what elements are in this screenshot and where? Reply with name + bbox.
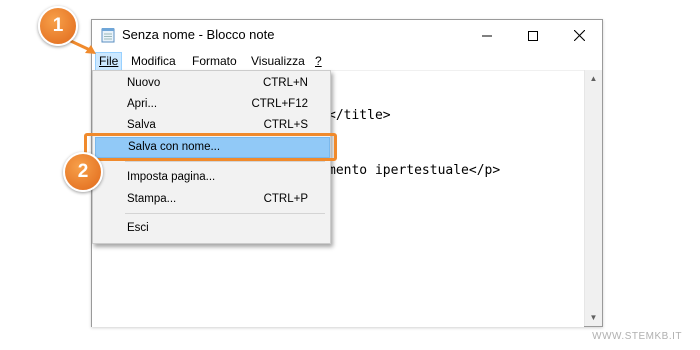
menu-separator: [125, 213, 325, 214]
close-button[interactable]: [556, 20, 602, 51]
menu-item-imposta-pagina[interactable]: Imposta pagina...: [95, 167, 328, 188]
menu-formato-label: Formato: [192, 54, 237, 68]
menu-visualizza[interactable]: Visualizza: [248, 53, 308, 70]
menu-modifica-label: Modifica: [131, 54, 176, 68]
maximize-button[interactable]: [510, 20, 556, 51]
notepad-icon: [101, 27, 115, 43]
watermark: WWW.STEMKB.IT: [592, 331, 682, 342]
menu-item-label: Imposta pagina...: [127, 171, 216, 183]
menu-item-label: Stampa...: [127, 193, 177, 205]
menu-file[interactable]: File: [95, 52, 123, 71]
menu-formato[interactable]: Formato: [189, 53, 240, 70]
scroll-down-icon[interactable]: ▼: [585, 309, 602, 326]
menu-separator: [125, 161, 325, 162]
editor-line: mento ipertestuale</p>: [328, 163, 501, 178]
menu-help-label: ?: [315, 54, 322, 68]
menu-visualizza-label: Visualizza: [251, 54, 305, 68]
close-icon: [573, 30, 585, 41]
menu-file-label: File: [99, 54, 119, 68]
step1-badge: 1: [38, 6, 78, 46]
maximize-icon: [528, 30, 538, 41]
window-title: Senza nome - Blocco note: [122, 27, 275, 42]
menu-help[interactable]: ?: [312, 53, 325, 70]
minimize-icon: [482, 35, 492, 36]
menu-modifica[interactable]: Modifica: [128, 53, 179, 70]
minimize-button[interactable]: [464, 20, 510, 51]
menu-item-stampa[interactable]: Stampa... CTRL+P: [95, 189, 328, 210]
step2-badge: 2: [63, 152, 103, 192]
menu-item-label: Esci: [127, 222, 149, 234]
menu-item-shortcut: CTRL+F12: [251, 98, 308, 110]
menu-item-nuovo[interactable]: Nuovo CTRL+N: [95, 73, 328, 94]
vertical-scrollbar[interactable]: ▲ ▼: [584, 70, 602, 326]
menu-item-esci[interactable]: Esci: [95, 218, 328, 239]
menu-item-apri[interactable]: Apri... CTRL+F12: [95, 94, 328, 115]
menu-bar: File Modifica Formato Visualizza ?: [92, 51, 602, 71]
menu-item-shortcut: CTRL+N: [262, 77, 308, 89]
menu-item-label: Nuovo: [127, 77, 161, 89]
step2-highlight-frame: [84, 133, 337, 161]
title-bar[interactable]: Senza nome - Blocco note: [92, 20, 602, 51]
menu-item-label: Apri...: [127, 98, 158, 110]
menu-item-shortcut: CTRL+P: [263, 193, 308, 205]
editor-line: </title>: [328, 108, 391, 123]
scroll-up-icon[interactable]: ▲: [585, 70, 602, 87]
